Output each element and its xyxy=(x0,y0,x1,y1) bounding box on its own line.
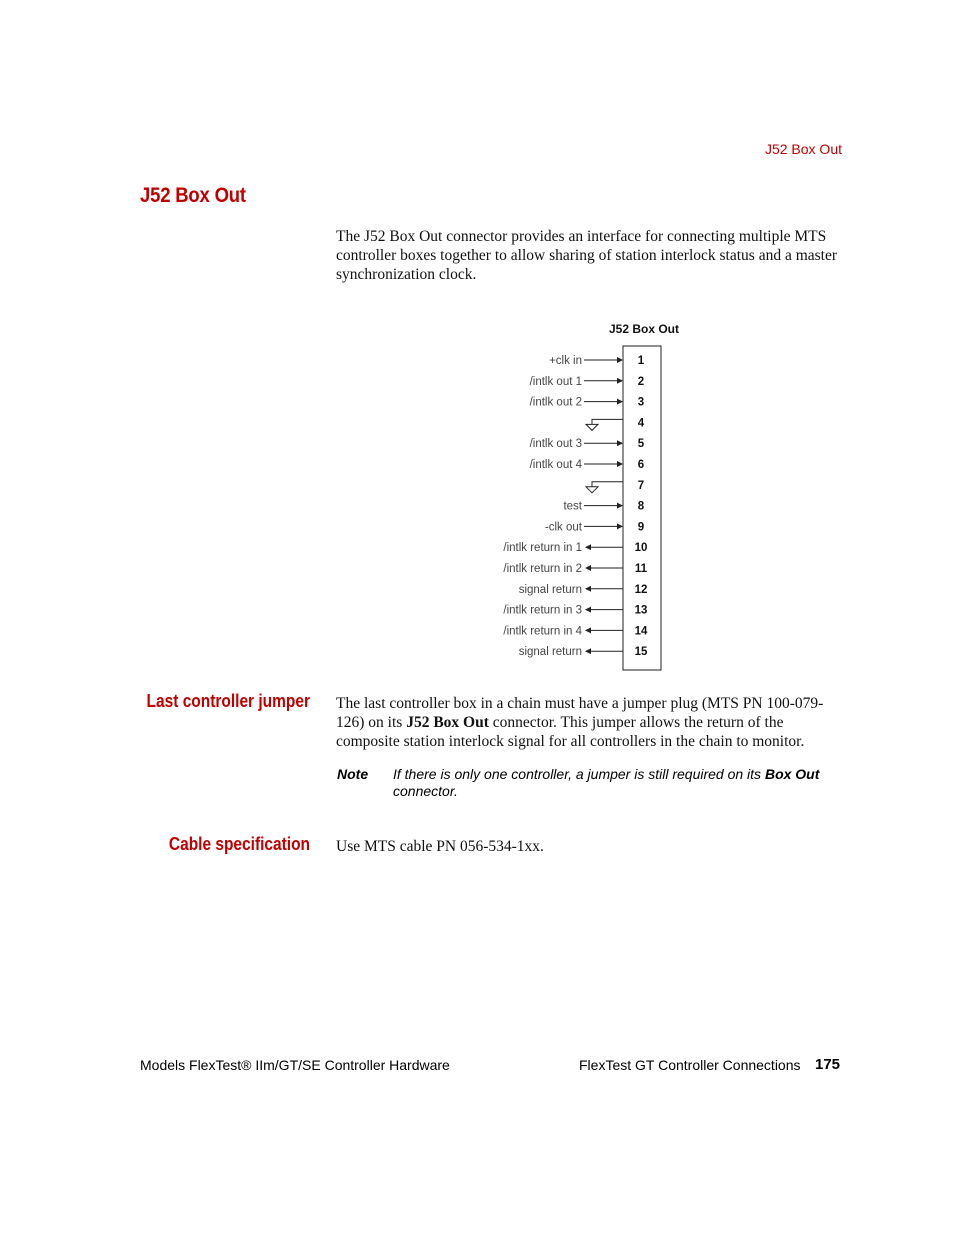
pin-label: +clk in xyxy=(549,355,582,367)
pin-label: /intlk out 2 xyxy=(530,397,582,409)
pin-row: 15 signal return xyxy=(519,646,648,658)
pin-row: 8 test xyxy=(563,501,644,513)
jumper-paragraph: The last controller box in a chain must … xyxy=(336,694,846,751)
pin-number: 6 xyxy=(638,459,644,471)
pin-row: 2/intlk out 1 xyxy=(530,376,645,388)
pin-label: -clk out xyxy=(545,521,583,533)
section-title: J52 Box Out xyxy=(140,184,246,207)
ground-icon xyxy=(584,423,600,432)
pin-number: 5 xyxy=(638,438,645,450)
pin-number: 2 xyxy=(638,376,644,388)
pin-number: 9 xyxy=(638,521,644,533)
pin-row: 3/intlk out 2 xyxy=(530,397,645,409)
diagram-title: J52 Box Out xyxy=(609,322,679,336)
ground-wire xyxy=(591,481,623,487)
note-text-before: If there is only one controller, a jumpe… xyxy=(393,766,765,782)
pin-row: 4 xyxy=(584,417,645,432)
pin-label: /intlk out 4 xyxy=(530,459,583,471)
pin-label: test xyxy=(563,501,582,513)
pin-label: /intlk out 1 xyxy=(530,376,582,388)
pin-row: 14/intlk return in 4 xyxy=(503,625,648,637)
pin-number: 10 xyxy=(635,542,648,554)
pin-number: 12 xyxy=(635,584,648,596)
pin-row: 9 -clk out xyxy=(545,521,644,533)
pin-row: 13/intlk return in 3 xyxy=(503,605,647,617)
pin-row: 12 signal return xyxy=(519,584,648,596)
note-text-after: connector. xyxy=(393,783,458,799)
pin-label: /intlk return in 4 xyxy=(503,625,582,637)
running-head: J52 Box Out xyxy=(764,141,842,157)
pin-label: signal return xyxy=(519,646,582,658)
note-text: If there is only one controller, a jumpe… xyxy=(393,766,833,800)
pin-label: /intlk return in 3 xyxy=(503,605,582,617)
pin-label: /intlk return in 1 xyxy=(503,542,582,554)
note-label: Note xyxy=(337,766,369,782)
pin-row: 5/intlk out 3 xyxy=(530,438,645,450)
cable-specification-text: Use MTS cable PN 056-534-1xx. xyxy=(336,838,544,855)
pin-row: 11/intlk return in 2 xyxy=(503,563,647,575)
pin-label: /intlk return in 2 xyxy=(503,563,582,575)
pin-number: 1 xyxy=(638,355,645,367)
pin-number: 3 xyxy=(638,397,644,409)
pin-label: signal return xyxy=(519,584,582,596)
pin-number: 11 xyxy=(635,563,648,575)
pin-row: 1 +clk in xyxy=(549,355,645,367)
pin-number: 4 xyxy=(638,417,645,429)
ground-wire xyxy=(591,418,623,425)
footer-chapter-title: FlexTest GT Controller Connections xyxy=(579,1057,801,1073)
pin-number: 14 xyxy=(635,625,648,637)
ground-icon xyxy=(584,486,600,494)
pin-number: 7 xyxy=(638,480,644,492)
cable-specification-heading: Cable specification xyxy=(168,834,310,854)
pin-number: 13 xyxy=(635,605,648,617)
footer-book-title: Models FlexTest® IIm/GT/SE Controller Ha… xyxy=(140,1057,450,1073)
pin-number: 15 xyxy=(635,646,648,658)
pin-row: 10/intlk return in 1 xyxy=(503,542,647,554)
jumper-text-bold: J52 Box Out xyxy=(406,714,489,731)
pinout-diagram: J52 Box Out 1 +clk in 2/intlk out 1 3/intlk… xyxy=(480,315,700,680)
pin-number: 8 xyxy=(638,501,645,513)
pin-label: /intlk out 3 xyxy=(530,438,582,450)
intro-paragraph: The J52 Box Out connector provides an in… xyxy=(336,228,838,283)
last-controller-jumper-heading: Last controller jumper xyxy=(146,691,310,711)
pin-row: 7 xyxy=(584,480,644,494)
page-number: 175 xyxy=(815,1056,841,1073)
pin-row: 6/intlk out 4 xyxy=(530,459,645,471)
note-text-bold: Box Out xyxy=(764,766,820,782)
